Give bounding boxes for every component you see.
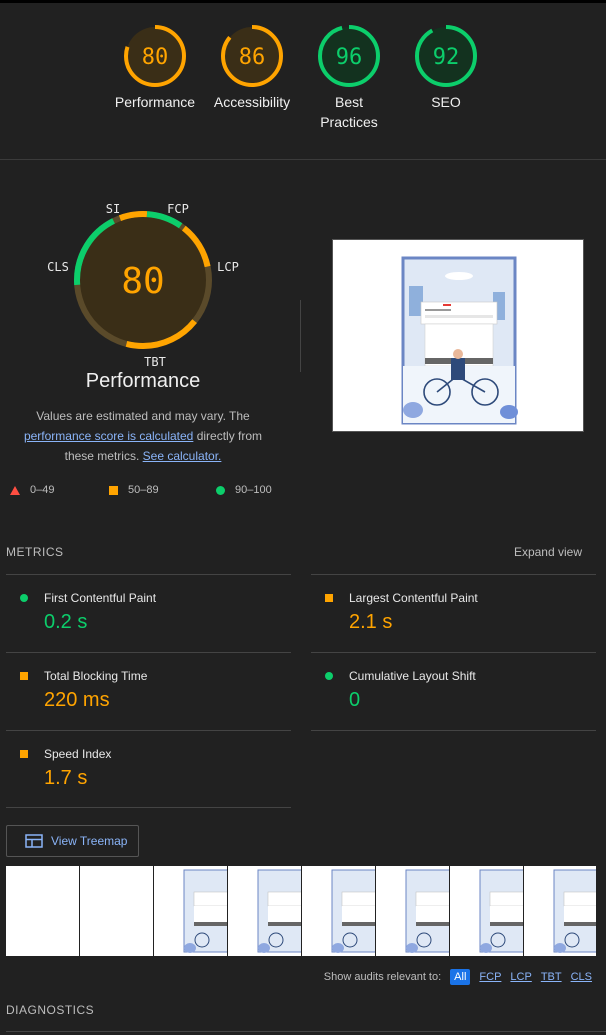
- score-ring-icon: 86: [221, 25, 283, 87]
- filter-label: Show audits relevant to:: [323, 971, 442, 983]
- frame-thumbnail: [553, 869, 596, 953]
- triangle-icon: [10, 485, 20, 495]
- legend-label: 90–100: [235, 484, 272, 496]
- final-screenshot[interactable]: [332, 239, 584, 432]
- diagnostics-header: DIAGNOSTICS: [6, 1003, 95, 1017]
- gauge-score: 92: [433, 45, 460, 70]
- treemap-label: View Treemap: [51, 834, 128, 848]
- metric-cls: Cumulative Layout Shift 0: [311, 652, 596, 730]
- gauge-label: Performance: [114, 94, 196, 110]
- circle-icon: [216, 485, 225, 495]
- filmstrip-frame: [228, 866, 302, 956]
- gauge-score: 80: [142, 45, 169, 70]
- metric-title: Total Blocking Time: [44, 669, 148, 683]
- filmstrip-frame: [154, 866, 228, 956]
- performance-score: 80: [121, 261, 164, 302]
- performance-title: Performance: [85, 370, 201, 392]
- legend-label: 0–49: [30, 484, 55, 496]
- frame-thumbnail: [331, 869, 375, 953]
- metric-title: Cumulative Layout Shift: [349, 669, 476, 683]
- filter-fcp[interactable]: FCP: [479, 971, 501, 983]
- note-text: Values are estimated and may vary. The: [36, 409, 250, 423]
- score-ring-icon: 96: [318, 25, 380, 87]
- filmstrip-frame: [80, 866, 154, 956]
- see-calculator-link[interactable]: See calculator.: [143, 449, 222, 463]
- score-ring-icon: 80: [124, 25, 186, 87]
- filmstrip-frame: [376, 866, 450, 956]
- metrics-header: METRICS: [6, 545, 64, 559]
- filmstrip-frame: [524, 866, 596, 956]
- diagnostics-divider: [6, 1031, 606, 1032]
- segment-label-si: SI: [106, 202, 120, 216]
- gauge-score: 86: [239, 45, 266, 70]
- gauge-label: Best Practices: [320, 94, 378, 130]
- gauge-performance[interactable]: 80 Performance: [105, 24, 205, 112]
- metric-divider: [311, 730, 596, 731]
- metric-tbt: Total Blocking Time 220 ms: [6, 652, 291, 730]
- metric-title: Largest Contentful Paint: [349, 591, 478, 605]
- gauge-label: SEO: [431, 94, 461, 110]
- metric-title: Speed Index: [44, 747, 112, 761]
- gauge-best-practices[interactable]: 96 Best Practices: [299, 24, 399, 132]
- expand-view-toggle[interactable]: Expand view: [514, 545, 582, 559]
- average-square-icon: [20, 672, 28, 680]
- page-screenshot-thumbnail: [339, 246, 577, 425]
- filter-cls[interactable]: CLS: [571, 971, 592, 983]
- frame-thumbnail: [183, 869, 227, 953]
- view-treemap-button[interactable]: View Treemap: [6, 825, 139, 857]
- gauge-accessibility[interactable]: 86 Accessibility: [202, 24, 302, 112]
- frame-thumbnail: [257, 869, 301, 953]
- gauge-seo[interactable]: 92 SEO: [396, 24, 496, 112]
- filmstrip-frame: [6, 866, 80, 956]
- metric-value: 2.1 s: [349, 611, 393, 633]
- metric-value: 0.2 s: [44, 611, 88, 633]
- treemap-icon: [25, 834, 43, 848]
- pass-circle-icon: [325, 672, 333, 680]
- segment-label-lcp: LCP: [217, 260, 239, 274]
- gauge-label: Accessibility: [213, 94, 291, 110]
- filter-tbt[interactable]: TBT: [541, 971, 562, 983]
- filmstrip: [6, 866, 596, 956]
- filter-lcp[interactable]: LCP: [510, 971, 531, 983]
- legend-average: 50–89: [109, 484, 159, 496]
- audit-filter-bar: Show audits relevant to: All FCP LCP TBT…: [324, 969, 592, 985]
- score-ring-icon: 92: [415, 25, 477, 87]
- average-square-icon: [325, 594, 333, 602]
- segment-label-tbt: TBT: [144, 355, 166, 369]
- segment-label-fcp: FCP: [167, 202, 189, 216]
- metric-lcp: Largest Contentful Paint 2.1 s: [311, 574, 596, 652]
- divider: [300, 300, 301, 372]
- filter-all[interactable]: All: [450, 969, 471, 985]
- metric-value: 1.7 s: [44, 767, 88, 789]
- performance-ring-icon: 80 SI FCP LCP TBT CLS: [47, 202, 239, 369]
- score-calculated-link[interactable]: performance score is calculated: [24, 429, 193, 443]
- metric-fcp: First Contentful Paint 0.2 s: [6, 574, 291, 652]
- gauge-score: 96: [336, 45, 363, 70]
- square-icon: [109, 485, 118, 495]
- metric-value: 0: [349, 689, 361, 711]
- filmstrip-frame: [450, 866, 524, 956]
- pass-circle-icon: [20, 594, 28, 602]
- performance-note: Values are estimated and may vary. The p…: [14, 406, 272, 466]
- metric-value: 220 ms: [44, 689, 110, 711]
- metrics-bottom-divider: [6, 807, 291, 808]
- category-gauges: 80 Performance 86 Accessibility 96 Best …: [0, 0, 606, 160]
- metric-si: Speed Index 1.7 s: [6, 730, 291, 808]
- filmstrip-frame: [302, 866, 376, 956]
- frame-thumbnail: [405, 869, 449, 953]
- frame-thumbnail: [479, 869, 523, 953]
- average-square-icon: [20, 750, 28, 758]
- legend-label: 50–89: [128, 484, 159, 496]
- legend-fail: 0–49: [10, 484, 54, 496]
- metric-title: First Contentful Paint: [44, 591, 157, 605]
- legend-pass: 90–100: [216, 484, 272, 496]
- performance-gauge: 80 SI FCP LCP TBT CLS: [40, 196, 246, 371]
- segment-label-cls: CLS: [47, 260, 69, 274]
